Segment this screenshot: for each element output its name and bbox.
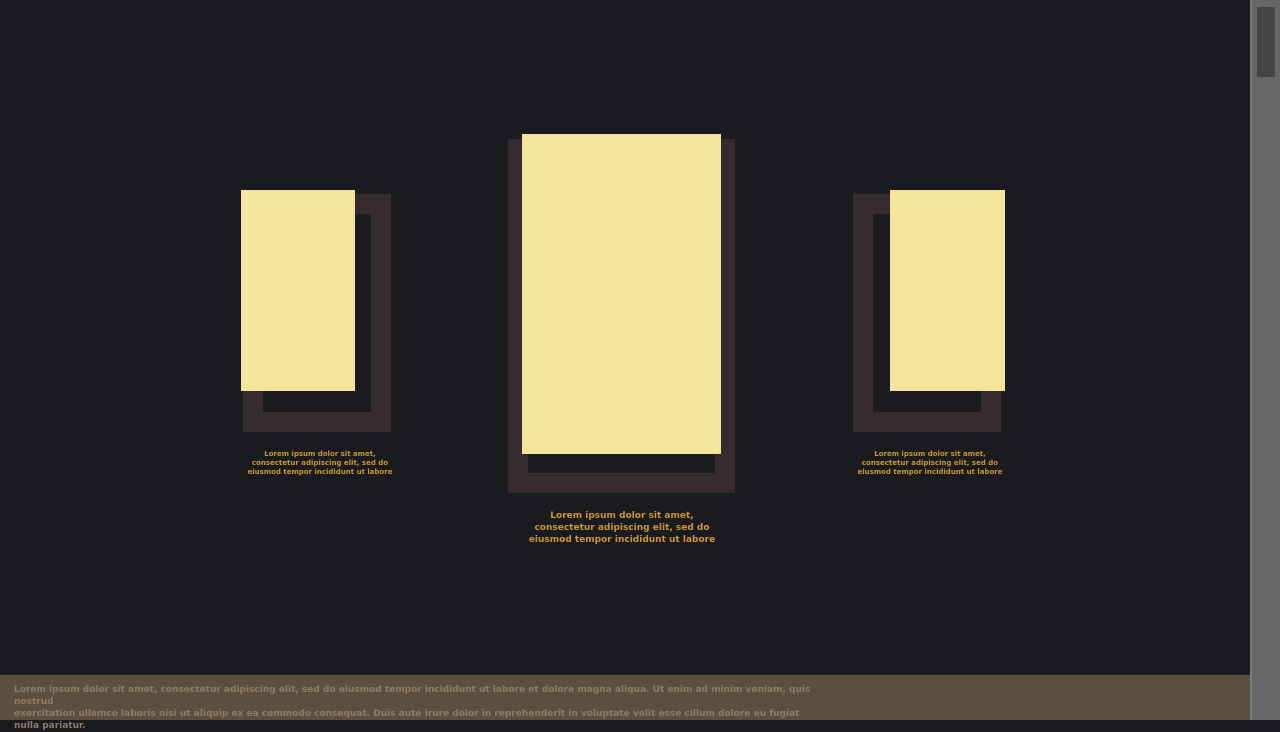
footer-bar: Lorem ipsum dolor sit amet, consectetur … — [0, 675, 1250, 731]
left-card-caption: Lorem ipsum dolor sit amet, consectetur … — [240, 450, 400, 477]
center-caption-line-1: Lorem ipsum dolor sit amet, — [550, 511, 694, 521]
right-card-caption: Lorem ipsum dolor sit amet, consectetur … — [850, 450, 1010, 477]
center-card-caption: Lorem ipsum dolor sit amet, consectetur … — [512, 510, 732, 546]
right-card[interactable] — [890, 190, 1005, 391]
center-caption-line-2: consectetur adipiscing elit, sed do — [534, 523, 710, 533]
right-caption-line-2: consectetur adipiscing elit, sed do — [861, 459, 999, 467]
right-caption-line-3: eiusmod tempor incididunt ut labore — [857, 468, 1003, 476]
vertical-scrollbar[interactable] — [1250, 0, 1280, 720]
center-card[interactable] — [522, 134, 721, 454]
scrollbar-edge — [1250, 0, 1252, 720]
scrollbar-thumb[interactable] — [1257, 7, 1275, 77]
footer-text: Lorem ipsum dolor sit amet, consectetur … — [14, 684, 824, 732]
left-caption-line-3: eiusmod tempor incididunt ut labore — [247, 468, 393, 476]
left-card[interactable] — [241, 190, 355, 391]
center-caption-line-3: eiusmod tempor incididunt ut labore — [528, 535, 716, 545]
footer-line-1: Lorem ipsum dolor sit amet, consectetur … — [14, 685, 811, 707]
footer-line-2: exercitation ullamco laboris nisi ut ali… — [14, 709, 800, 731]
gallery-stage: Lorem ipsum dolor sit amet, consectetur … — [0, 0, 1250, 720]
left-caption-line-1: Lorem ipsum dolor sit amet, — [264, 450, 376, 458]
left-caption-line-2: consectetur adipiscing elit, sed do — [251, 459, 389, 467]
right-caption-line-1: Lorem ipsum dolor sit amet, — [874, 450, 986, 458]
